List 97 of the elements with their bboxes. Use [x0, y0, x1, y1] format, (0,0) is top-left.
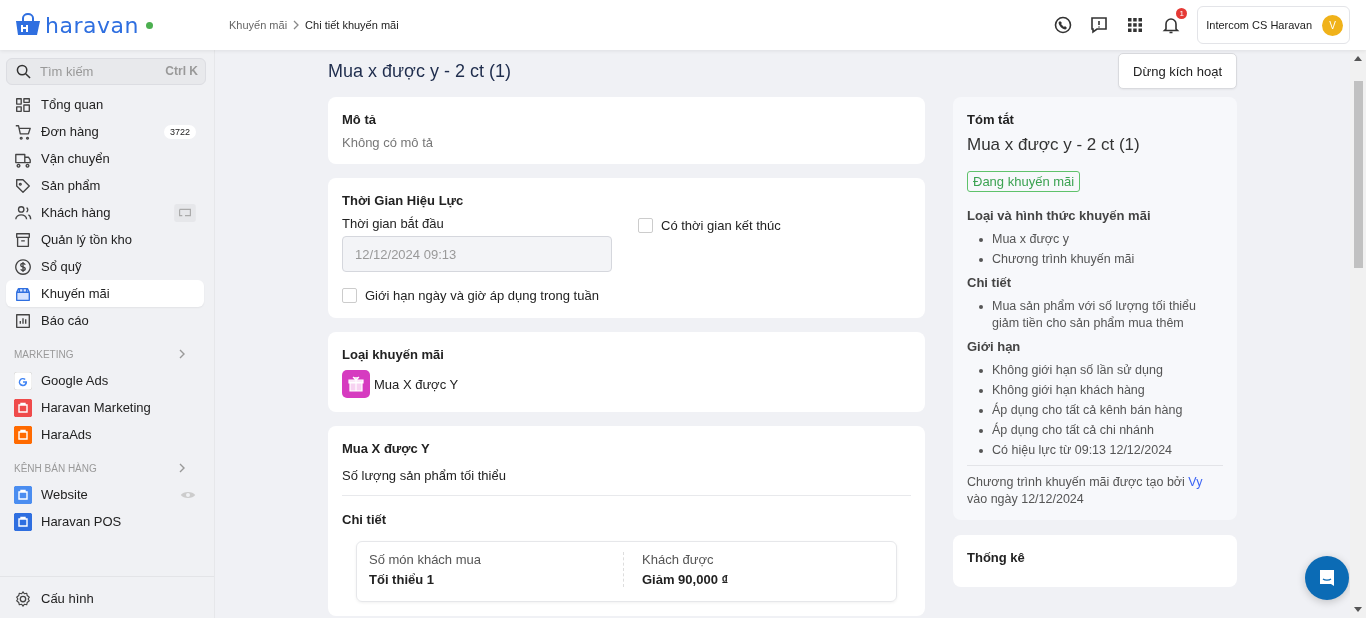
app-logo-icon — [14, 371, 32, 390]
detail-label: Số món khách mua — [369, 552, 482, 567]
order-count-badge: 3722 — [163, 124, 196, 139]
card-title: Tóm tắt — [967, 112, 1015, 127]
deactivate-button[interactable]: Dừng kích hoạt — [1118, 53, 1237, 89]
summary-item: Mua x được y — [992, 231, 1069, 248]
bullet-icon — [979, 389, 983, 393]
scroll-up-icon[interactable] — [1354, 56, 1362, 61]
account-button[interactable]: Intercom CS Haravan V — [1197, 6, 1350, 44]
avatar: V — [1322, 14, 1343, 36]
breadcrumb-link[interactable]: Khuyến mãi — [229, 19, 288, 31]
field-label: Thời gian bắt đầu — [342, 216, 445, 231]
detail-value: Giảm 90,000 ₫ — [642, 572, 730, 587]
status-tag: Đang khuyến mãi — [967, 171, 1081, 192]
notification-count: 1 — [1176, 8, 1188, 19]
sidebar-item[interactable]: Đơn hàng 3722 — [6, 118, 204, 145]
coin-icon — [14, 257, 32, 276]
summary-heading: Chi tiết — [967, 275, 1013, 290]
settings-icon — [14, 589, 32, 608]
sidebar-item[interactable]: Báo cáo — [6, 307, 204, 334]
notification-bell-icon[interactable] — [1161, 15, 1182, 35]
summary-item: Mua sản phẩm với số lượng tối thiểu giảm tiền cho sản phẩm mua thêm — [992, 298, 1198, 332]
sidebar-item[interactable]: Cấu hình — [6, 585, 204, 612]
creator-note: Chương trình khuyến mãi được tạo bởi Vy vào ngày 12/12/2024 — [967, 465, 1223, 508]
detail-heading: Chi tiết — [342, 512, 388, 527]
description-text: Không có mô tả — [342, 135, 435, 150]
chevron-right-icon — [292, 20, 301, 30]
sidebar-item[interactable]: Google Ads — [6, 367, 204, 394]
rule-subtitle: Số lượng sản phẩm tối thiểu — [342, 464, 911, 496]
app-logo-icon — [14, 425, 32, 444]
app-logo-icon — [14, 485, 32, 504]
chart-icon — [14, 311, 32, 330]
summary-item: Chương trình khuyến mãi — [992, 251, 1135, 268]
detail-value: Tối thiểu 1 — [369, 572, 435, 587]
gift-icon — [342, 370, 370, 398]
summary-item: Không giới hạn số lần sử dụng — [992, 362, 1163, 379]
bullet-icon — [979, 258, 983, 262]
summary-item: Áp dụng cho tất cả kênh bán hàng — [992, 402, 1183, 419]
sidebar-item[interactable]: Vận chuyển — [6, 145, 204, 172]
tag-icon — [14, 176, 32, 195]
bullet-icon — [979, 238, 983, 242]
bullet-icon — [979, 305, 983, 309]
summary-heading: Giới hạn — [967, 339, 1022, 354]
bullet-icon — [979, 409, 983, 413]
summary-heading: Loại và hình thức khuyến mãi — [967, 208, 1152, 223]
bullet-icon — [979, 449, 983, 453]
card-title: Mô tả — [342, 112, 377, 127]
card-title: Mua X được Y — [342, 441, 431, 456]
sidebar-item[interactable]: Quản lý tồn kho — [6, 226, 204, 253]
scroll-thumb[interactable] — [1353, 81, 1363, 268]
chat-icon — [1317, 568, 1337, 588]
scrollbar[interactable] — [1350, 50, 1366, 618]
detail-label: Khách được — [642, 552, 715, 567]
people-icon — [14, 203, 32, 222]
breadcrumb-current: Chi tiết khuyến mãi — [305, 19, 399, 31]
sidebar-item[interactable]: Khách hàng — [6, 199, 204, 226]
card-title: Thống kê — [967, 550, 1026, 565]
summary-item: Áp dụng cho tất cả chi nhánh — [992, 422, 1154, 439]
section-heading: KÊNH BÁN HÀNG — [14, 462, 97, 474]
page-title: Mua x được y - 2 ct (1) — [328, 60, 511, 82]
creator-link[interactable]: Vy — [1188, 475, 1203, 489]
dashboard-icon — [14, 95, 32, 114]
box-icon — [14, 230, 32, 249]
brand-logo[interactable]: haravan — [45, 12, 139, 38]
online-status-icon — [145, 21, 153, 29]
promotion-name: Mua x được y - 2 ct (1) — [967, 135, 1141, 155]
checkbox[interactable] — [638, 217, 653, 233]
summary-item: Không giới hạn khách hàng — [992, 382, 1145, 399]
sidebar-item[interactable]: Haravan POS — [6, 508, 204, 535]
feedback-icon[interactable] — [1089, 15, 1110, 35]
chat-button[interactable] — [1305, 556, 1349, 600]
keyboard-shortcut: Ctrl K — [165, 64, 198, 78]
sidebar-item[interactable]: Website — [6, 481, 204, 508]
phone-circle-icon[interactable] — [1053, 15, 1074, 35]
section-heading: MARKETING — [14, 348, 74, 360]
checkbox-label: Có thời gian kết thúc — [661, 217, 781, 233]
scroll-down-icon[interactable] — [1354, 607, 1362, 612]
checkbox-label: Giới hạn ngày và giờ áp dụng trong tuần — [365, 287, 599, 303]
card-title: Thời Gian Hiệu Lực — [342, 193, 465, 208]
bullet-icon — [979, 369, 983, 373]
chevron-right-icon[interactable] — [178, 348, 186, 360]
card-title: Loại khuyến mãi — [342, 347, 445, 362]
summary-item: Có hiệu lực từ 09:13 12/12/2024 — [992, 442, 1173, 459]
bullet-icon — [979, 429, 983, 433]
sidebar-item[interactable]: Tổng quan — [6, 91, 204, 118]
promotion-type-value: Mua X được Y — [374, 376, 459, 392]
checkbox[interactable] — [342, 287, 357, 303]
sidebar-item[interactable]: Haravan Marketing — [6, 394, 204, 421]
sidebar-item[interactable]: Khuyến mãi — [6, 280, 204, 307]
app-logo-icon — [14, 398, 32, 417]
chevron-right-icon[interactable] — [178, 462, 186, 474]
sidebar-item[interactable]: Sản phẩm — [6, 172, 204, 199]
app-logo-icon — [14, 512, 32, 531]
sidebar-item[interactable]: HaraAds — [6, 421, 204, 448]
sidebar-item[interactable]: Sổ quỹ — [6, 253, 204, 280]
cart-icon — [14, 122, 32, 141]
shopping-bag-logo-icon — [13, 13, 43, 37]
